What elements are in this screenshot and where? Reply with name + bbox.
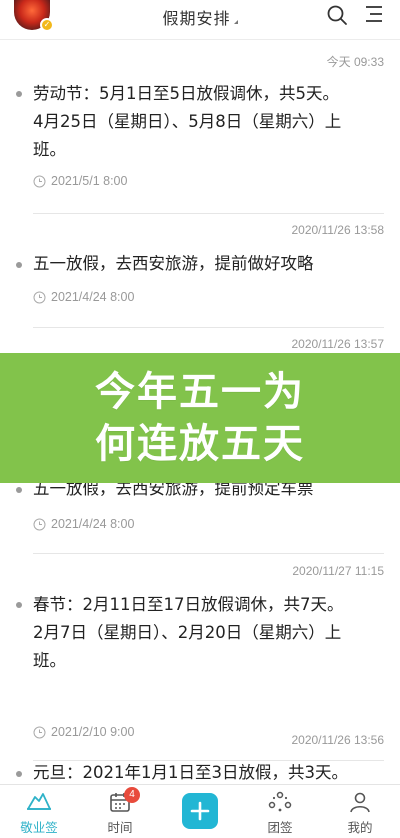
bullet-icon: [16, 262, 22, 268]
banner-title-line: 今年五一为: [95, 369, 305, 415]
caret-down-icon: [233, 20, 238, 24]
note-text: 五一放假，去西安旅游，提前做好攻略: [33, 250, 378, 278]
notification-badge: 4: [124, 787, 140, 803]
promo-banner: 今年五一为 何连放五天: [0, 353, 400, 483]
reminder-time: 2021/4/24 8:00: [51, 517, 135, 531]
bullet-icon: [16, 91, 22, 97]
search-icon[interactable]: [326, 4, 348, 26]
note-time: 2020/11/26 13:58: [291, 223, 384, 237]
reminder-time: 2021/4/24 8:00: [51, 290, 135, 304]
add-button[interactable]: [182, 793, 218, 829]
note-line: 春节：2月11日至17日放假调休，共7天。: [33, 595, 344, 614]
note-time: 2020/11/26 13:57: [291, 337, 384, 351]
app-screen: ✓ 假期安排 今天 09:33 劳动节：5月1日至5日放假调休，共5天。 4月2…: [0, 0, 400, 838]
reminder-time: 2021/5/1 8:00: [51, 174, 128, 188]
note-text: 元旦：2021年1月1日至3日放假，共3天。: [33, 759, 378, 787]
user-icon: [350, 792, 370, 813]
note-time: 2020/11/27 11:15: [292, 564, 384, 578]
bullet-icon: [16, 771, 22, 777]
note-line: 4月25日（星期日）、5月8日（星期六）上: [33, 112, 342, 131]
note-time: 2020/11/26 13:56: [291, 733, 384, 747]
note-line: 班。: [33, 140, 66, 159]
page-title: 假期安排: [162, 9, 231, 28]
menu-icon[interactable]: [362, 4, 384, 26]
note-line: 劳动节：5月1日至5日放假调休，共5天。: [33, 84, 339, 103]
nav-item-team[interactable]: 团签: [250, 791, 310, 836]
nav-label: 敬业签: [20, 820, 58, 835]
clock-icon: [33, 518, 46, 530]
top-bar: ✓ 假期安排: [0, 0, 400, 40]
nav-item-time[interactable]: 4 时间: [90, 787, 150, 836]
nav-label: 团签: [267, 820, 293, 835]
list-item[interactable]: 今天 09:33 劳动节：5月1日至5日放假调休，共5天。 4月25日（星期日）…: [0, 41, 400, 214]
clock-icon: [33, 726, 46, 738]
nav-item-jingyeqian[interactable]: 敬业签: [9, 791, 69, 836]
nav-item-me[interactable]: 我的: [330, 791, 390, 836]
team-icon: [268, 791, 292, 812]
bottom-nav: 敬业签 4 时间 团签 我的: [0, 784, 400, 838]
add-icon: [190, 801, 210, 821]
reminder: 2021/4/24 8:00: [33, 290, 134, 304]
nav-label: 时间: [107, 820, 133, 835]
banner-title-line: 何连放五天: [95, 421, 305, 467]
clock-icon: [33, 291, 46, 303]
note-line: 2月7日（星期日）、2月20日（星期六）上: [33, 623, 342, 642]
reminder: 2021/2/10 9:00: [33, 725, 134, 739]
bullet-icon: [16, 602, 22, 608]
list-item[interactable]: 2020/11/27 11:15 春节：2月11日至17日放假调休，共7天。 2…: [0, 554, 400, 761]
note-text: 劳动节：5月1日至5日放假调休，共5天。 4月25日（星期日）、5月8日（星期六…: [33, 80, 378, 164]
jingyeqian-icon: [27, 793, 51, 810]
note-line: 元旦：2021年1月1日至3日放假，共3天。: [33, 763, 348, 782]
list-item[interactable]: 2020/11/26 13:58 五一放假，去西安旅游，提前做好攻略 2021/…: [0, 214, 400, 328]
note-text: 春节：2月11日至17日放假调休，共7天。 2月7日（星期日）、2月20日（星期…: [33, 591, 378, 675]
clock-icon: [33, 175, 46, 187]
reminder: 2021/4/24 8:00: [33, 517, 134, 531]
note-line: 班。: [33, 651, 66, 670]
note-time: 今天 09:33: [326, 55, 384, 69]
bullet-icon: [16, 487, 22, 493]
reminder: 2021/5/1 8:00: [33, 174, 127, 188]
nav-label: 我的: [347, 820, 373, 835]
note-line: 五一放假，去西安旅游，提前做好攻略: [33, 254, 314, 273]
reminder-time: 2021/2/10 9:00: [51, 725, 135, 739]
